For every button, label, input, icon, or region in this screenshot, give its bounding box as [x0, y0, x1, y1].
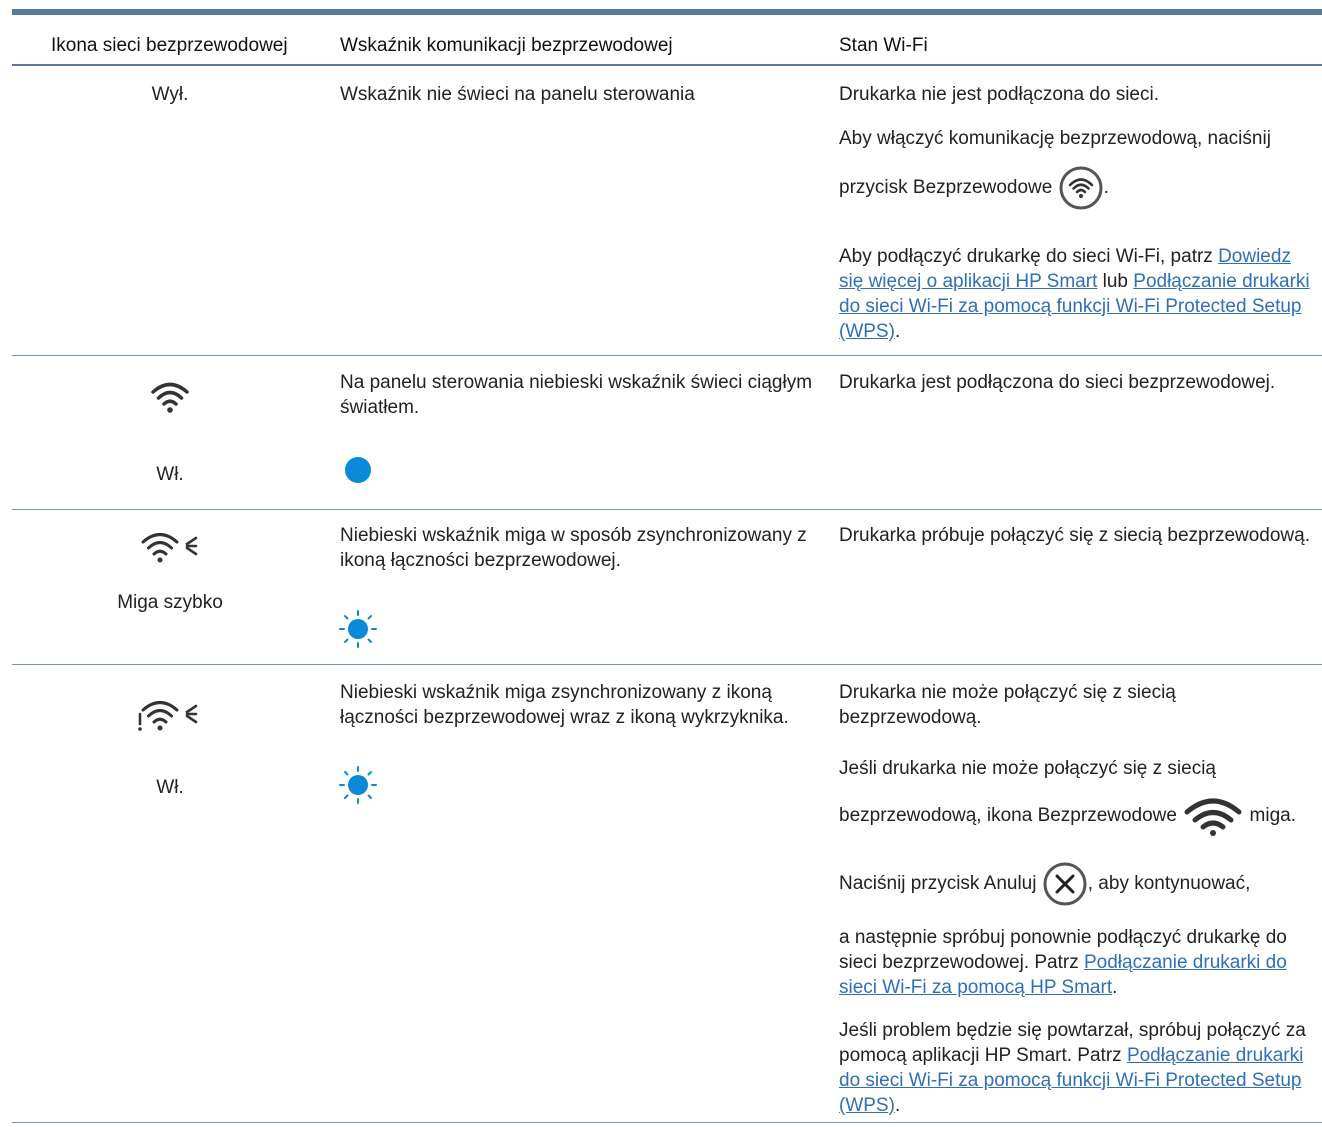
status-text: Drukarka jest podłączona do sieci bezprz… [839, 372, 1276, 393]
indicator-description: Wskaźnik nie świeci na panelu sterowania [340, 84, 695, 105]
blinking-blue-led-icon [339, 610, 377, 648]
icon-state-label: Wł. [156, 777, 184, 798]
status-text: bezprzewodową, ikona Bezprzewodowe miga. [839, 793, 1319, 839]
row-separator [12, 509, 1322, 510]
status-text: Aby podłączyć drukarkę do sieci Wi-Fi, p… [839, 246, 1310, 342]
header-separator [12, 64, 1322, 66]
status-text: a następnie spróbuj ponownie podłączyć d… [839, 927, 1287, 998]
solid-blue-led-icon [345, 457, 371, 483]
table-top-border [12, 9, 1322, 15]
indicator-description: Niebieski wskaźnik miga w sposób zsynchr… [340, 525, 807, 571]
blinking-blue-led-icon [339, 766, 377, 804]
header-wireless-icon: Ikona sieci bezprzewodowej [51, 35, 288, 56]
wifi-blinking-icon [141, 533, 198, 563]
icon-state-label: Wł. [156, 464, 184, 485]
wifi-icon [1184, 798, 1242, 836]
wifi-blinking-exclamation-icon [138, 701, 198, 731]
wifi-icon [151, 382, 189, 413]
status-text: Jeśli drukarka nie może połączyć się z s… [839, 758, 1216, 779]
header-wifi-status: Stan Wi-Fi [839, 35, 928, 56]
status-text: Jeśli problem będzie się powtarzał, spró… [839, 1020, 1306, 1116]
row-separator [12, 355, 1322, 356]
row-separator [12, 664, 1322, 665]
status-text: Aby włączyć komunikację bezprzewodową, n… [839, 128, 1271, 149]
icon-state-label: Miga szybko [117, 592, 223, 613]
indicator-description: Na panelu sterowania niebieski wskaźnik … [340, 372, 813, 418]
status-text: Naciśnij przycisk Anuluj , aby kontynuow… [839, 860, 1319, 908]
wireless-button-icon [1059, 166, 1103, 210]
indicator-description: Niebieski wskaźnik miga zsynchronizowany… [340, 682, 789, 728]
status-text: Drukarka nie jest podłączona do sieci. [839, 84, 1160, 105]
row-separator [12, 1122, 1322, 1123]
header-wireless-indicator: Wskaźnik komunikacji bezprzewodowej [340, 35, 673, 56]
icon-state-label: Wył. [151, 84, 189, 105]
status-text: przycisk Bezprzewodowe . [839, 165, 1319, 211]
status-text: Drukarka nie może połączyć się z siecią … [839, 682, 1176, 728]
status-text: Drukarka próbuje połączyć się z siecią b… [839, 525, 1311, 546]
cancel-button-icon [1043, 862, 1087, 906]
